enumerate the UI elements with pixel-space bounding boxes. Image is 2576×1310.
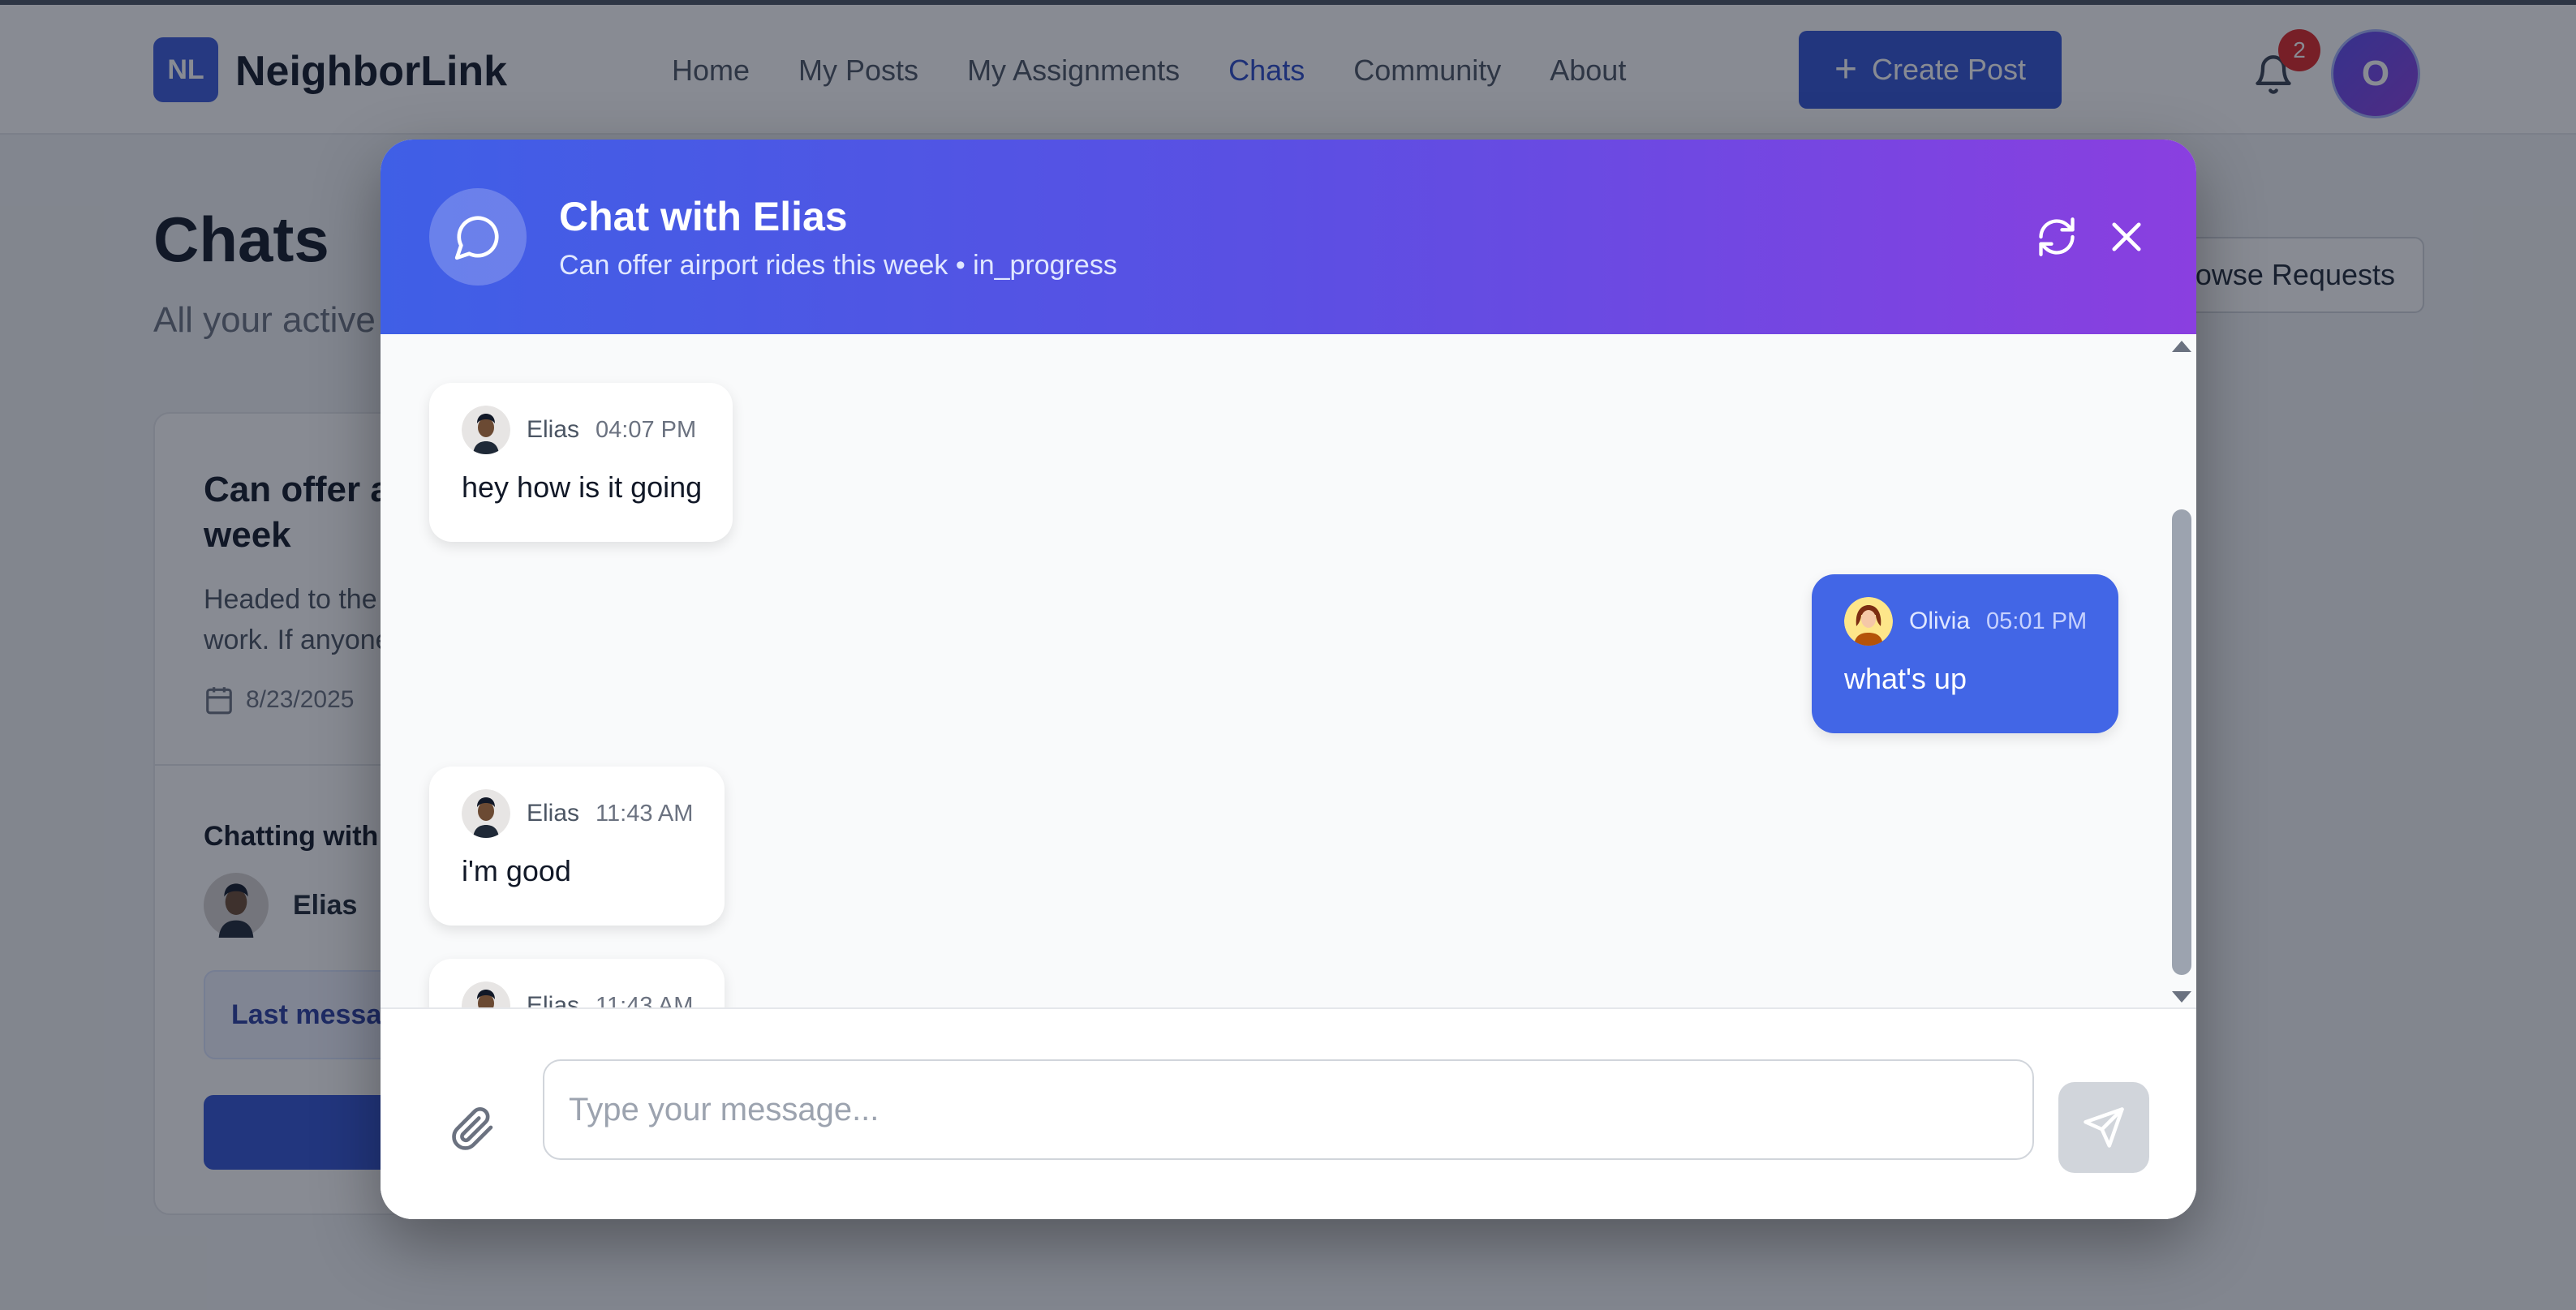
send-button[interactable] xyxy=(2058,1082,2149,1173)
message-meta: Olivia 05:01 PM xyxy=(1844,597,2088,646)
message-sender: Elias xyxy=(527,992,580,1007)
paperclip-icon[interactable] xyxy=(450,1103,496,1155)
send-icon xyxy=(2084,1107,2124,1148)
message-time: 04:07 PM xyxy=(596,416,697,443)
avatar xyxy=(462,406,510,454)
message-text: i'm good xyxy=(462,854,571,887)
avatar xyxy=(462,789,510,838)
message-sender: Elias xyxy=(527,800,580,827)
message-meta: Elias 04:07 PM xyxy=(462,406,700,454)
message-meta: Elias 11:43 AM xyxy=(462,789,694,838)
message-bubble-incoming: Elias 11:43 AM i'm good xyxy=(429,767,725,926)
message-bubble-outgoing: Olivia 05:01 PM what's up xyxy=(1812,574,2118,733)
refresh-icon[interactable] xyxy=(2036,216,2078,258)
avatar xyxy=(462,981,510,1007)
message-composer xyxy=(381,1007,2196,1219)
message-list[interactable]: Elias 04:07 PM hey how is it going Olivi… xyxy=(381,334,2196,1007)
message-sender: Elias xyxy=(527,416,580,443)
message-input[interactable] xyxy=(543,1059,2034,1160)
message-text: hey how is it going xyxy=(462,470,703,504)
chat-modal-subtitle: Can offer airport rides this week • in_p… xyxy=(559,250,1117,281)
message-time: 05:01 PM xyxy=(1986,608,2088,634)
message-time: 11:43 AM xyxy=(596,800,694,827)
scroll-up-arrow[interactable] xyxy=(2172,341,2191,352)
avatar xyxy=(1844,597,1893,646)
message-time: 11:43 AM xyxy=(596,992,694,1008)
message-bubble-incoming: Elias 04:07 PM hey how is it going xyxy=(429,383,733,542)
message-meta: Elias 11:43 AM xyxy=(462,981,694,1008)
scrollbar-thumb[interactable] xyxy=(2172,509,2191,975)
chat-modal-header: Chat with Elias Can offer airport rides … xyxy=(381,140,2196,334)
chat-modal-title: Chat with Elias xyxy=(559,194,848,239)
close-icon[interactable] xyxy=(2105,216,2148,258)
message-bubble-incoming: Elias 11:43 AM xyxy=(429,959,725,1007)
scroll-down-arrow[interactable] xyxy=(2172,991,2191,1003)
chat-bubble-icon xyxy=(429,188,527,286)
chat-modal: Chat with Elias Can offer airport rides … xyxy=(381,140,2196,1219)
message-text: what's up xyxy=(1844,662,1967,695)
message-sender: Olivia xyxy=(1909,608,1971,634)
